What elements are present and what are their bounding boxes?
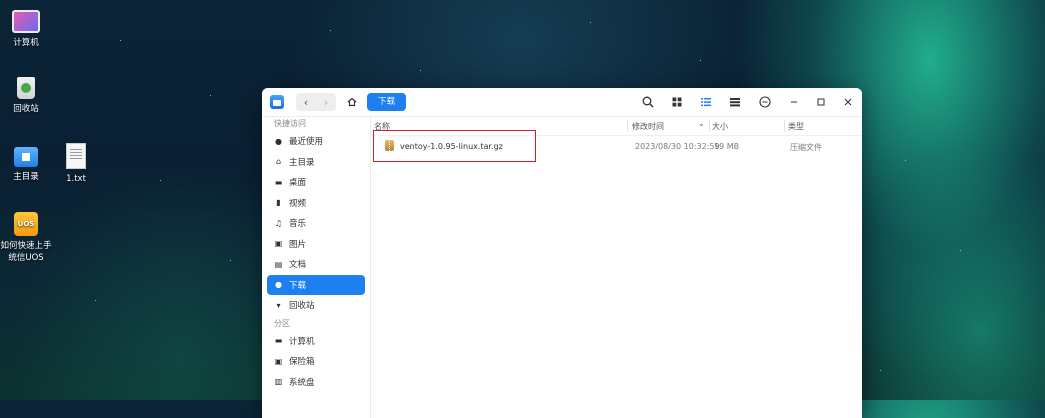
home-icon: ⌂	[275, 157, 282, 167]
column-header-size[interactable]: 大小	[712, 121, 728, 132]
desktop-icon-label: 如何快速上手统信UOS	[0, 241, 52, 263]
sidebar-item-vault[interactable]: ▣ 保险箱	[267, 351, 365, 372]
sidebar-item-label: 主目录	[289, 157, 315, 168]
sidebar-item-label: 图片	[289, 239, 307, 250]
desktop-icon-label: 回收站	[13, 104, 39, 114]
desktop-icon-txt[interactable]: 1.txt	[47, 143, 105, 185]
breadcrumb-current-folder[interactable]: 下载	[367, 93, 407, 111]
search-button[interactable]	[641, 95, 655, 109]
sidebar-item-downloads[interactable]: ● 下载	[267, 274, 365, 295]
desktop-icon-computer[interactable]: 计算机	[0, 10, 55, 49]
sidebar-group-title: 快捷访问	[274, 119, 306, 128]
sidebar-item-label: 视频	[289, 198, 307, 209]
vault-icon: ▣	[274, 356, 283, 366]
titlebar: ‹ › 下载	[262, 88, 862, 117]
picture-icon: ▣	[274, 239, 283, 249]
column-separator[interactable]	[709, 120, 710, 132]
sidebar-item-label: 桌面	[289, 178, 307, 189]
trash-icon: ▾	[276, 300, 281, 310]
desktop-icon-trash[interactable]: 回收站	[0, 77, 55, 115]
sort-chevron-down-icon[interactable]: ⌄	[698, 119, 705, 128]
uos-icon-text: UOS	[17, 220, 35, 228]
music-icon: ♫	[274, 218, 283, 228]
back-button[interactable]: ‹	[296, 93, 316, 111]
file-manager-window: ‹ › 下载 快捷访问 ● 最近使用 ⌂ 主目录 ▬ 桌面 ▮ 视频 ♫ 音乐 …	[262, 88, 862, 418]
file-size: 19 MB	[714, 142, 740, 151]
sidebar-item-label: 文档	[289, 260, 307, 271]
disk-icon: ▥	[274, 377, 283, 387]
sidebar-item-label: 保险箱	[289, 357, 315, 368]
file-manager-logo-icon	[270, 95, 284, 109]
maximize-icon	[817, 98, 825, 106]
home-folder-icon	[14, 147, 38, 167]
column-header-type[interactable]: 类型	[788, 121, 804, 132]
icon-view-button[interactable]	[670, 95, 684, 109]
sidebar-item-recent[interactable]: ● 最近使用	[267, 131, 365, 152]
download-icon: ●	[275, 280, 282, 290]
detail-view-icon	[730, 98, 740, 107]
computer-icon	[12, 10, 40, 33]
sidebar-item-music[interactable]: ♫ 音乐	[267, 213, 365, 234]
uos-guide-icon: UOS	[14, 212, 38, 236]
main-menu-button[interactable]	[758, 95, 772, 109]
sidebar-item-home[interactable]: ⌂ 主目录	[267, 152, 365, 173]
search-icon	[642, 96, 654, 108]
maximize-button[interactable]	[814, 95, 828, 109]
column-separator[interactable]	[784, 120, 785, 132]
file-modified-time: 2023/08/30 10:32:59	[635, 142, 720, 151]
close-button[interactable]	[841, 95, 855, 109]
detail-view-button[interactable]	[728, 95, 742, 109]
highlight-annotation-box	[373, 130, 536, 162]
recent-icon: ●	[275, 136, 282, 146]
sidebar-item-label: 系统盘	[289, 377, 315, 388]
document-icon: ▤	[274, 259, 283, 269]
text-file-icon	[66, 143, 86, 169]
column-header-modified[interactable]: 修改时间	[632, 121, 664, 132]
forward-button[interactable]: ›	[316, 93, 336, 111]
sidebar-item-label: 最近使用	[289, 137, 324, 148]
sidebar-item-video[interactable]: ▮ 视频	[267, 193, 365, 214]
home-button[interactable]	[342, 93, 362, 111]
desktop-icon-label: 计算机	[13, 38, 39, 48]
home-icon	[347, 97, 357, 107]
sidebar-item-desktop[interactable]: ▬ 桌面	[267, 172, 365, 193]
chevron-right-icon: ›	[323, 95, 329, 109]
video-icon: ▮	[276, 198, 281, 208]
chevron-left-icon: ‹	[303, 95, 309, 109]
sidebar-item-label: 回收站	[289, 301, 315, 312]
sidebar: 快捷访问 ● 最近使用 ⌂ 主目录 ▬ 桌面 ▮ 视频 ♫ 音乐 ▣ 图片 ▤ 文档 ● 下载 …	[262, 117, 371, 418]
file-type: 压缩文件	[790, 143, 822, 152]
sidebar-item-label: 下载	[289, 280, 307, 291]
minimize-button[interactable]	[787, 95, 801, 109]
minimize-icon	[791, 101, 797, 103]
list-view-button[interactable]	[699, 95, 713, 109]
computer-icon: ▬	[274, 336, 283, 346]
list-view-icon	[701, 98, 711, 107]
sidebar-item-label: 音乐	[289, 219, 307, 230]
sidebar-item-computer[interactable]: ▬ 计算机	[267, 331, 365, 352]
sidebar-item-pictures[interactable]: ▣ 图片	[267, 234, 365, 255]
menu-icon	[759, 96, 771, 108]
sidebar-item-documents[interactable]: ▤ 文档	[267, 254, 365, 275]
icon-view-icon	[672, 97, 682, 107]
sidebar-group-title: 分区	[274, 318, 290, 328]
file-list: 名称 修改时间 ⌄ 大小 类型 ventoy-1.0.95-linux.tar.…	[371, 117, 862, 418]
sidebar-item-system-disk[interactable]: ▥ 系统盘	[267, 372, 365, 393]
nav-buttons: ‹ ›	[296, 93, 336, 111]
sidebar-item-trash[interactable]: ▾ 回收站	[267, 295, 365, 316]
trash-icon	[17, 77, 35, 99]
desktop-icon-label: 1.txt	[66, 174, 86, 184]
sidebar-item-label: 计算机	[289, 336, 315, 347]
desktop-icon-uos-guide[interactable]: UOS 如何快速上手统信UOS	[0, 212, 55, 264]
column-separator[interactable]	[627, 120, 628, 132]
desktop-icon: ▬	[274, 177, 283, 187]
close-icon	[844, 98, 852, 106]
